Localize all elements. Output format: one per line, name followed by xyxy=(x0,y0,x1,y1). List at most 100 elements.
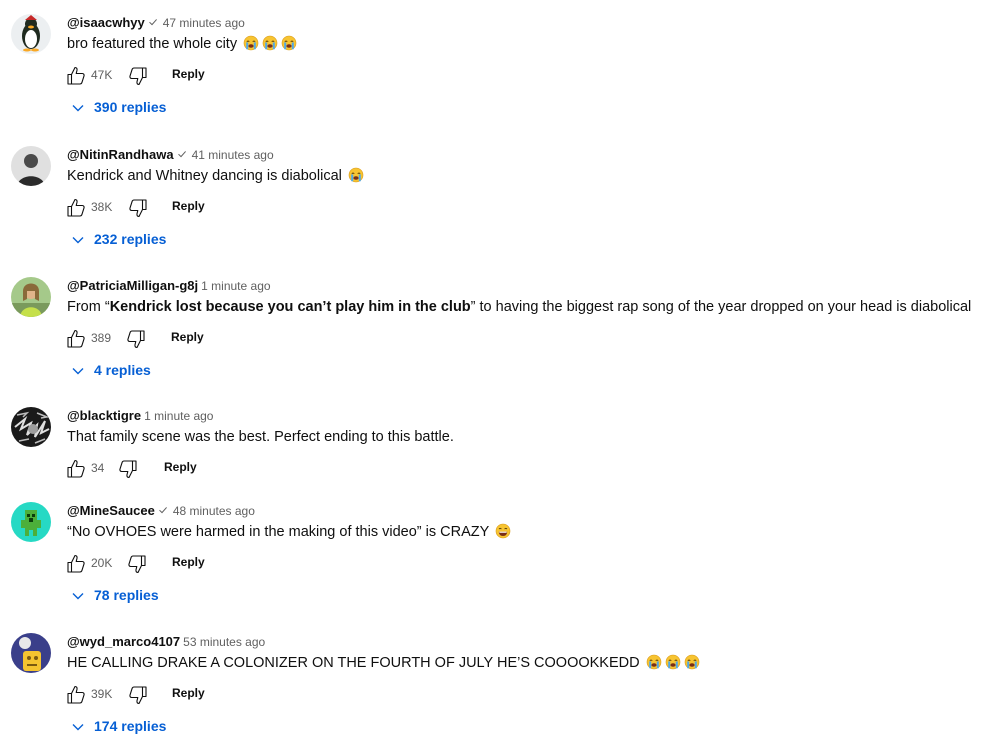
thumbs-up-icon xyxy=(67,554,85,573)
comment-header: @MineSaucee 48 minutes ago xyxy=(67,502,255,520)
comment-header: @PatriciaMilligan-g8j 1 minute ago xyxy=(67,277,271,295)
like-button[interactable] xyxy=(64,457,88,481)
like-count: 389 xyxy=(91,331,112,345)
thumbs-up-icon xyxy=(67,329,85,348)
like-count: 20K xyxy=(91,556,113,570)
comment-text: From “Kendrick lost because you can’t pl… xyxy=(67,297,971,317)
thumbs-down-icon xyxy=(129,199,147,218)
comment-timestamp[interactable]: 53 minutes ago xyxy=(183,635,265,649)
chevron-down-icon xyxy=(71,718,94,734)
comment-author[interactable]: @PatriciaMilligan-g8j xyxy=(67,278,198,293)
replies-count: 390 replies xyxy=(94,99,167,115)
comment-timestamp[interactable]: 1 minute ago xyxy=(201,279,270,293)
thumbs-down-icon xyxy=(129,686,147,705)
like-button[interactable] xyxy=(64,552,88,576)
loudly-crying-emoji-icon xyxy=(243,35,259,51)
chevron-down-icon xyxy=(71,231,94,247)
thumbs-down-icon xyxy=(128,555,146,574)
comment-author[interactable]: @NitinRandhawa xyxy=(67,147,174,162)
avatar[interactable] xyxy=(11,277,51,317)
loudly-crying-emoji-icon xyxy=(684,654,700,670)
comment-header: @isaacwhyy 47 minutes ago xyxy=(67,14,245,32)
like-count: 34 xyxy=(91,461,105,475)
comment-author[interactable]: @wyd_marco4107 xyxy=(67,634,180,649)
like-button[interactable] xyxy=(64,196,88,220)
laughing-emoji-icon xyxy=(495,523,511,539)
loudly-crying-emoji-icon xyxy=(646,654,662,670)
verified-check-icon xyxy=(148,14,158,32)
comment-header: @wyd_marco4107 53 minutes ago xyxy=(67,633,265,651)
comment-header: @NitinRandhawa 41 minutes ago xyxy=(67,146,274,164)
comment-author[interactable]: @blacktigre xyxy=(67,408,141,423)
reply-button[interactable]: Reply xyxy=(172,686,205,700)
comment-timestamp[interactable]: 1 minute ago xyxy=(144,409,213,423)
avatar[interactable] xyxy=(11,407,51,447)
comment-text-part: That family scene was the best. Perfect … xyxy=(67,429,454,445)
chevron-down-icon xyxy=(71,587,94,603)
comment-text: That family scene was the best. Perfect … xyxy=(67,427,454,447)
comment-text: Kendrick and Whitney dancing is diabolic… xyxy=(67,166,364,186)
like-button[interactable] xyxy=(64,683,88,707)
thumbs-down-icon xyxy=(127,330,145,349)
comment-author[interactable]: @isaacwhyy xyxy=(67,15,145,30)
like-button[interactable] xyxy=(64,64,88,88)
comment-text: HE CALLING DRAKE A COLONIZER ON THE FOUR… xyxy=(67,653,700,673)
thumbs-down-icon xyxy=(129,67,147,86)
like-count: 38K xyxy=(91,200,113,214)
comment-timestamp[interactable]: 48 minutes ago xyxy=(173,504,255,518)
thumbs-up-icon xyxy=(67,66,85,85)
loudly-crying-emoji-icon xyxy=(281,35,297,51)
comment-timestamp[interactable]: 41 minutes ago xyxy=(192,148,274,162)
dislike-button[interactable] xyxy=(126,64,150,88)
reply-button[interactable]: Reply xyxy=(172,555,205,569)
dislike-button[interactable] xyxy=(124,327,148,351)
comment-text: bro featured the whole city xyxy=(67,34,297,54)
comment-text-part: ” to having the biggest rap song of the … xyxy=(470,299,972,315)
replies-count: 232 replies xyxy=(94,231,167,247)
dislike-button[interactable] xyxy=(126,196,150,220)
thumbs-down-icon xyxy=(119,460,137,479)
view-replies-button[interactable]: 174 replies xyxy=(71,716,166,736)
reply-button[interactable]: Reply xyxy=(164,460,197,474)
replies-count: 4 replies xyxy=(94,362,151,378)
loudly-crying-emoji-icon xyxy=(348,167,364,183)
view-replies-button[interactable]: 4 replies xyxy=(71,360,151,380)
dislike-button[interactable] xyxy=(116,457,140,481)
view-replies-button[interactable]: 390 replies xyxy=(71,97,166,117)
comment-text: “No OVHOES were harmed in the making of … xyxy=(67,522,511,542)
avatar[interactable] xyxy=(11,14,51,54)
replies-count: 78 replies xyxy=(94,587,159,603)
view-replies-button[interactable]: 232 replies xyxy=(71,229,166,249)
comment-text-part: Kendrick and Whitney dancing is diabolic… xyxy=(67,168,342,184)
view-replies-button[interactable]: 78 replies xyxy=(71,585,159,605)
comment-text-part: From “ xyxy=(67,299,110,315)
avatar[interactable] xyxy=(11,146,51,186)
like-button[interactable] xyxy=(64,327,88,351)
dislike-button[interactable] xyxy=(126,683,150,707)
loudly-crying-emoji-icon xyxy=(262,35,278,51)
comment-author[interactable]: @MineSaucee xyxy=(67,503,155,518)
thumbs-up-icon xyxy=(67,459,85,478)
comment-text-bold: Kendrick lost because you can’t play him… xyxy=(109,299,471,315)
dislike-button[interactable] xyxy=(125,552,149,576)
comment-text-part: HE CALLING DRAKE A COLONIZER ON THE FOUR… xyxy=(67,655,640,671)
comment-text-part: “No OVHOES were harmed in the making of … xyxy=(67,524,490,540)
thumbs-up-icon xyxy=(67,198,85,217)
chevron-down-icon xyxy=(71,99,94,115)
verified-check-icon xyxy=(158,502,168,520)
like-count: 39K xyxy=(91,687,113,701)
comment-text-part: bro featured the whole city xyxy=(67,36,238,52)
reply-button[interactable]: Reply xyxy=(172,67,205,81)
replies-count: 174 replies xyxy=(94,718,167,734)
reply-button[interactable]: Reply xyxy=(171,330,204,344)
thumbs-up-icon xyxy=(67,685,85,704)
comment-header: @blacktigre 1 minute ago xyxy=(67,407,213,425)
reply-button[interactable]: Reply xyxy=(172,199,205,213)
verified-check-icon xyxy=(177,146,187,164)
like-count: 47K xyxy=(91,68,113,82)
avatar[interactable] xyxy=(11,502,51,542)
avatar[interactable] xyxy=(11,633,51,673)
loudly-crying-emoji-icon xyxy=(665,654,681,670)
chevron-down-icon xyxy=(71,362,94,378)
comment-timestamp[interactable]: 47 minutes ago xyxy=(163,16,245,30)
